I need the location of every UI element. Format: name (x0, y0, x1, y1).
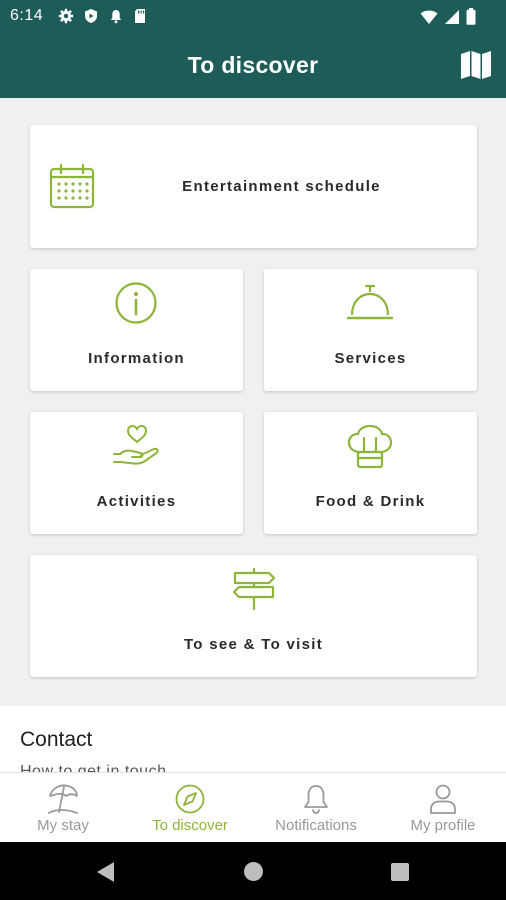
tile-services[interactable]: Services (264, 269, 477, 391)
bottom-navigation: My stay To discover Notifications My pro… (0, 772, 506, 842)
tile-entertainment-schedule[interactable]: Entertainment schedule (30, 125, 477, 248)
battery-icon (466, 8, 476, 25)
sd-card-icon (135, 9, 145, 23)
service-bell-icon (347, 284, 393, 320)
compass-icon (175, 784, 205, 814)
tile-information-label: Information (88, 350, 185, 367)
tile-to-see-label: To see & To visit (183, 636, 324, 653)
tile-information[interactable]: Information (30, 269, 243, 391)
wifi-icon (420, 10, 438, 24)
bell-status-icon (110, 10, 122, 24)
status-time: 6:14 (10, 7, 44, 24)
tile-to-see-to-visit[interactable]: To see & To visit (30, 555, 477, 677)
nav-my-stay-label: My stay (37, 817, 89, 834)
bell-icon (304, 785, 328, 814)
home-icon[interactable] (243, 861, 264, 882)
nav-to-discover[interactable]: To discover (127, 773, 253, 843)
discover-grid: Entertainment schedule Information Servi… (0, 98, 506, 706)
nav-notifications[interactable]: Notifications (253, 773, 379, 843)
chef-hat-icon (347, 424, 393, 469)
back-icon[interactable] (96, 861, 116, 883)
nav-to-discover-label: To discover (152, 817, 228, 834)
status-notification-icons (58, 8, 147, 24)
shield-play-icon (85, 9, 97, 23)
map-icon[interactable] (460, 50, 492, 80)
signpost-icon (232, 567, 276, 611)
nav-my-profile-label: My profile (410, 817, 476, 834)
tile-activities-label: Activities (96, 493, 177, 510)
tile-services-label: Services (334, 350, 407, 367)
settings-gear-icon (58, 8, 74, 24)
tile-activities[interactable]: Activities (30, 412, 243, 534)
tile-food-drink-label: Food & Drink (315, 493, 426, 510)
nav-notifications-label: Notifications (275, 817, 357, 834)
tile-entertainment-label: Entertainment schedule (182, 178, 381, 195)
contact-section[interactable]: Contact How to get in touch (0, 706, 506, 772)
info-icon (115, 282, 157, 324)
nav-my-stay[interactable]: My stay (0, 773, 126, 843)
user-profile-icon (430, 784, 456, 814)
recents-icon[interactable] (390, 862, 410, 882)
status-bar: 6:14 (0, 0, 506, 32)
contact-title: Contact (20, 728, 93, 751)
nav-my-profile[interactable]: My profile (380, 773, 506, 843)
heart-hand-icon (113, 424, 159, 465)
cell-signal-icon (445, 9, 459, 24)
app-bar: To discover (0, 32, 506, 98)
beach-umbrella-icon (48, 784, 78, 814)
page-title: To discover (187, 52, 319, 78)
system-navigation-bar (0, 842, 506, 900)
status-system-icons (420, 8, 476, 25)
tile-food-drink[interactable]: Food & Drink (264, 412, 477, 534)
contact-subtitle: How to get in touch (20, 763, 167, 772)
